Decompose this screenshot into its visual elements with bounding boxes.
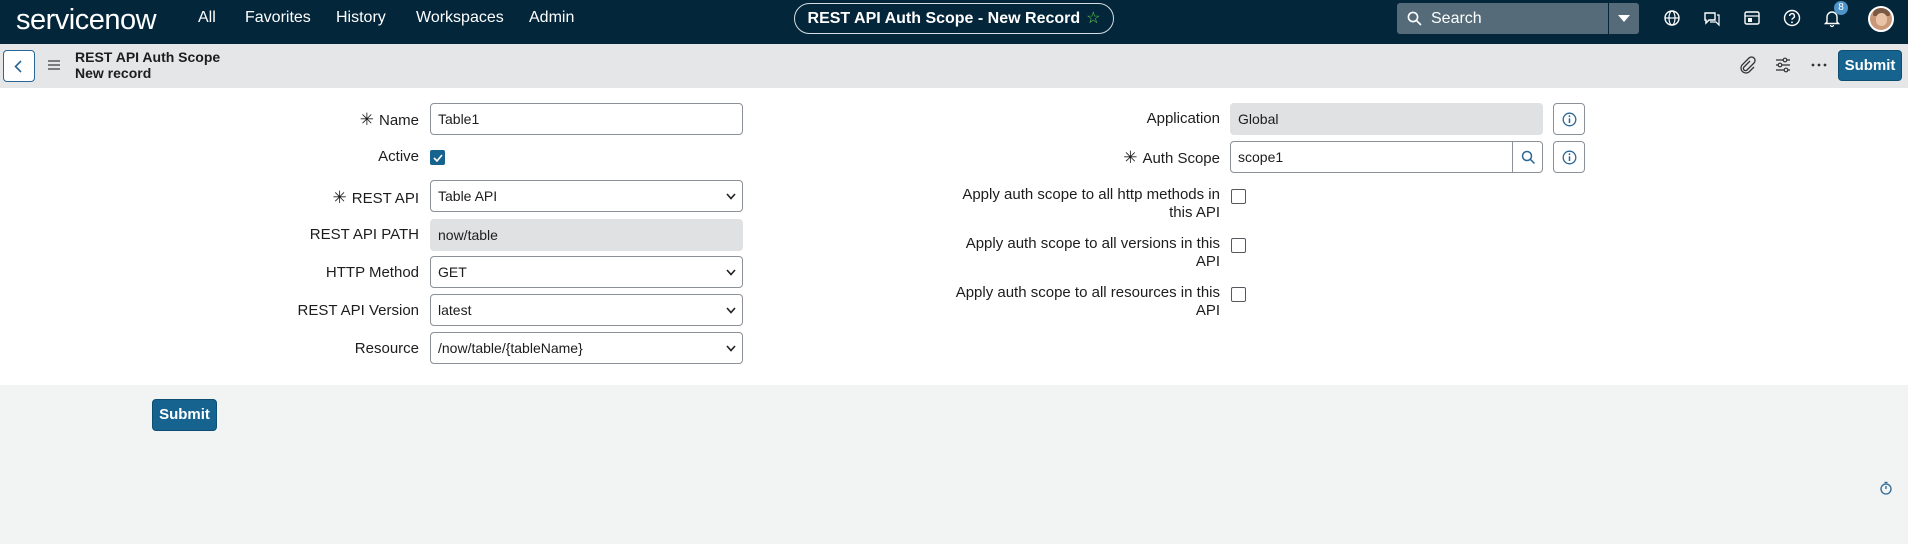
globe-icon[interactable]: [1662, 8, 1682, 28]
apply-all-methods-checkbox[interactable]: [1231, 189, 1246, 204]
more-options-icon[interactable]: [1810, 56, 1828, 74]
name-input[interactable]: Table1: [430, 103, 743, 135]
nav-all[interactable]: All: [198, 0, 216, 44]
form-header: REST API Auth Scope New record Submit: [0, 44, 1908, 88]
paperclip-icon[interactable]: [1738, 56, 1756, 74]
notification-count-badge: 8: [1834, 1, 1848, 15]
resource-label: Resource: [354, 340, 419, 357]
top-navigation-bar: servicenow All Favorites History Workspa…: [0, 0, 1908, 44]
nav-favorites[interactable]: Favorites: [245, 0, 311, 44]
active-label: Active: [378, 148, 419, 165]
info-icon: [1562, 112, 1577, 127]
auth-scope-lookup-button[interactable]: [1512, 141, 1543, 173]
apply-all-methods-label: Apply auth scope to all http methods in t…: [962, 186, 1220, 221]
search-icon: [1521, 150, 1536, 165]
http-method-select[interactable]: GET: [430, 256, 743, 288]
global-search-input[interactable]: Search: [1397, 3, 1608, 34]
personalize-form-icon[interactable]: [1774, 56, 1792, 74]
rest-api-version-label: REST API Version: [297, 302, 419, 319]
http-method-label: HTTP Method: [325, 264, 419, 281]
name-label: ✳ Name: [359, 110, 419, 129]
application-field: Global: [1230, 103, 1543, 135]
info-icon: [1562, 150, 1577, 165]
resource-select[interactable]: /now/table/{tableName}: [430, 332, 743, 364]
rest-api-path-label: REST API PATH: [309, 226, 419, 243]
apply-all-resources-label: Apply auth scope to all resources in thi…: [955, 284, 1220, 319]
submit-button-header[interactable]: Submit: [1838, 50, 1902, 81]
chat-icon[interactable]: [1702, 8, 1722, 28]
apply-all-resources-checkbox[interactable]: [1231, 287, 1246, 302]
required-asterisk-icon: ✳: [1123, 148, 1138, 167]
application-info-button[interactable]: [1553, 103, 1585, 135]
favorite-star-icon[interactable]: ☆: [1086, 10, 1100, 27]
required-asterisk-icon: ✳: [332, 188, 347, 207]
checkmark-icon: [433, 154, 443, 162]
search-placeholder: Search: [1431, 10, 1482, 27]
help-icon[interactable]: [1782, 8, 1802, 28]
rest-api-version-select[interactable]: latest: [430, 294, 743, 326]
chevron-down-icon: [726, 193, 736, 200]
auth-scope-input[interactable]: scope1: [1230, 141, 1513, 173]
scratchpad-icon[interactable]: [1742, 8, 1762, 28]
search-icon: [1407, 11, 1422, 26]
submit-button-footer[interactable]: Submit: [152, 399, 217, 431]
resource-selected-value: /now/table/{tableName}: [438, 340, 583, 356]
chevron-left-icon: [14, 60, 22, 73]
form-title-table: REST API Auth Scope: [75, 49, 221, 65]
http-method-selected-value: GET: [438, 264, 467, 280]
rest-api-version-selected-value: latest: [438, 302, 472, 318]
chevron-down-icon: [726, 345, 736, 352]
auth-scope-info-button[interactable]: [1553, 141, 1585, 173]
form-title: REST API Auth Scope New record: [75, 49, 220, 81]
context-menu-icon[interactable]: [48, 60, 60, 70]
chevron-down-icon: [726, 307, 736, 314]
rest-api-selected-value: Table API: [438, 188, 498, 204]
nav-workspaces[interactable]: Workspaces: [416, 0, 504, 44]
auth-scope-label: ✳ Auth Scope: [1123, 148, 1220, 167]
apply-all-versions-label: Apply auth scope to all versions in this…: [965, 235, 1220, 270]
record-title: REST API Auth Scope - New Record: [807, 10, 1081, 27]
nav-admin[interactable]: Admin: [529, 0, 574, 44]
record-form: ✳ Name Table1 Active ✳ REST API Table API …: [0, 88, 1908, 385]
caret-down-icon: [1618, 15, 1630, 22]
rest-api-select[interactable]: Table API: [430, 180, 743, 212]
rest-api-label: ✳ REST API: [332, 188, 419, 207]
required-asterisk-icon: ✳: [359, 110, 374, 129]
record-title-pill[interactable]: REST API Auth Scope - New Record ☆: [794, 3, 1114, 34]
search-scope-dropdown[interactable]: [1609, 3, 1639, 34]
back-button[interactable]: [3, 50, 35, 82]
active-checkbox[interactable]: [430, 150, 445, 165]
response-time-icon[interactable]: [1879, 481, 1893, 495]
nav-history[interactable]: History: [336, 0, 386, 44]
rest-api-path-field: now/table: [430, 219, 743, 251]
apply-all-versions-checkbox[interactable]: [1231, 238, 1246, 253]
form-title-record: New record: [75, 65, 152, 81]
servicenow-logo[interactable]: servicenow: [16, 4, 157, 37]
user-avatar[interactable]: [1868, 6, 1894, 32]
chevron-down-icon: [726, 269, 736, 276]
application-label: Application: [1146, 110, 1220, 127]
